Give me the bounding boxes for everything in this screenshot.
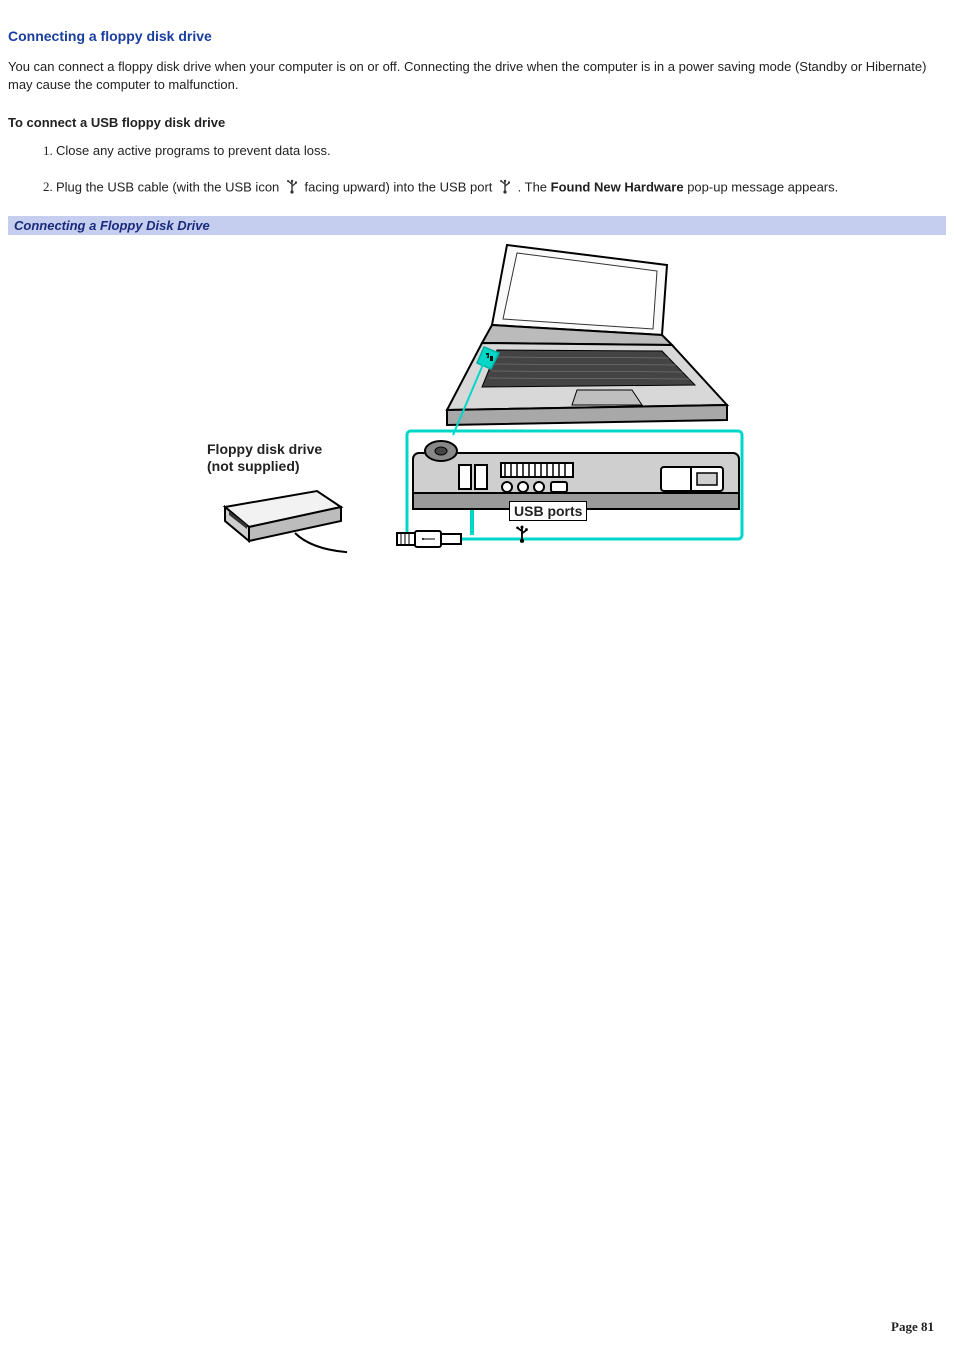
fdd-label: Floppy disk drive (not supplied)	[207, 441, 322, 475]
usb-icon	[498, 178, 512, 199]
page-number: Page 81	[891, 1319, 934, 1335]
step-1: Close any active programs to prevent dat…	[56, 142, 946, 160]
steps-list: Close any active programs to prevent dat…	[8, 142, 946, 198]
step-2-text-b: facing upward) into the USB port	[305, 179, 497, 194]
usb-plug-icon	[395, 529, 465, 549]
sub-title: To connect a USB floppy disk drive	[8, 115, 946, 130]
step-2-text-d: pop-up message appears.	[687, 179, 838, 194]
intro-paragraph: You can connect a floppy disk drive when…	[8, 58, 946, 93]
step-2-bold: Found New Hardware	[551, 179, 684, 194]
section-title: Connecting a floppy disk drive	[8, 28, 946, 44]
step-2-text-a: Plug the USB cable (with the USB icon	[56, 179, 283, 194]
usb-ports-label: USB ports	[509, 501, 587, 521]
fdd-label-line1: Floppy disk drive	[207, 441, 322, 457]
fdd-label-line2: (not supplied)	[207, 458, 300, 474]
usb-icon	[514, 523, 530, 545]
figure-caption: Connecting a Floppy Disk Drive	[8, 216, 946, 235]
usb-icon	[285, 178, 299, 199]
step-2: Plug the USB cable (with the USB icon fa…	[56, 178, 946, 199]
step-2-text-c: . The	[518, 179, 551, 194]
figure-illustration: USB ports Floppy disk drive (not supplie…	[177, 235, 777, 565]
